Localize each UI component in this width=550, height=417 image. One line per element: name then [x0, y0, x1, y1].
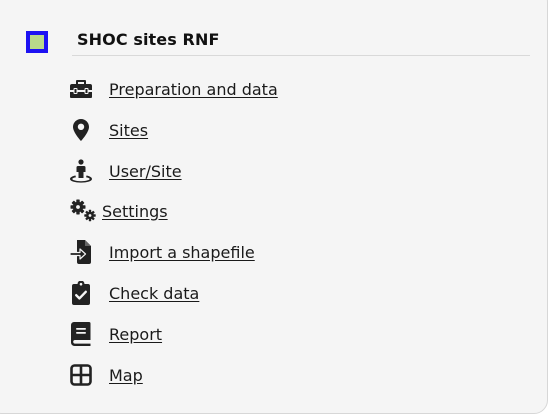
gears-icon [68, 199, 98, 223]
book-icon [68, 322, 94, 346]
clipboard-check-icon [68, 281, 94, 305]
menu-item-map[interactable]: Map [68, 361, 143, 389]
menu-item-report[interactable]: Report [68, 320, 162, 348]
menu-item-label: Preparation and data [109, 79, 278, 99]
menu-item-label: Sites [109, 120, 149, 140]
menu-item-check-data[interactable]: Check data [68, 279, 199, 307]
street-view-icon [68, 159, 94, 183]
menu-item-label: Report [109, 324, 163, 344]
layer-menu: Preparation and data Sites User/Site Set… [0, 0, 550, 417]
grid-icon [68, 363, 94, 387]
menu-item-label: Check data [109, 283, 200, 303]
file-import-icon [68, 240, 94, 264]
menu-item-settings[interactable]: Settings [68, 197, 168, 225]
map-marker-icon [68, 118, 94, 142]
toolbox-icon [68, 77, 94, 101]
menu-item-label: Import a shapefile [109, 242, 255, 262]
menu-item-label: Map [109, 365, 143, 385]
menu-item-sites[interactable]: Sites [68, 116, 148, 144]
menu-item-user-site[interactable]: User/Site [68, 157, 182, 185]
menu-item-preparation[interactable]: Preparation and data [68, 75, 278, 103]
menu-item-import-shapefile[interactable]: Import a shapefile [68, 238, 255, 266]
menu-item-label: User/Site [109, 161, 182, 181]
menu-item-label: Settings [102, 201, 168, 221]
